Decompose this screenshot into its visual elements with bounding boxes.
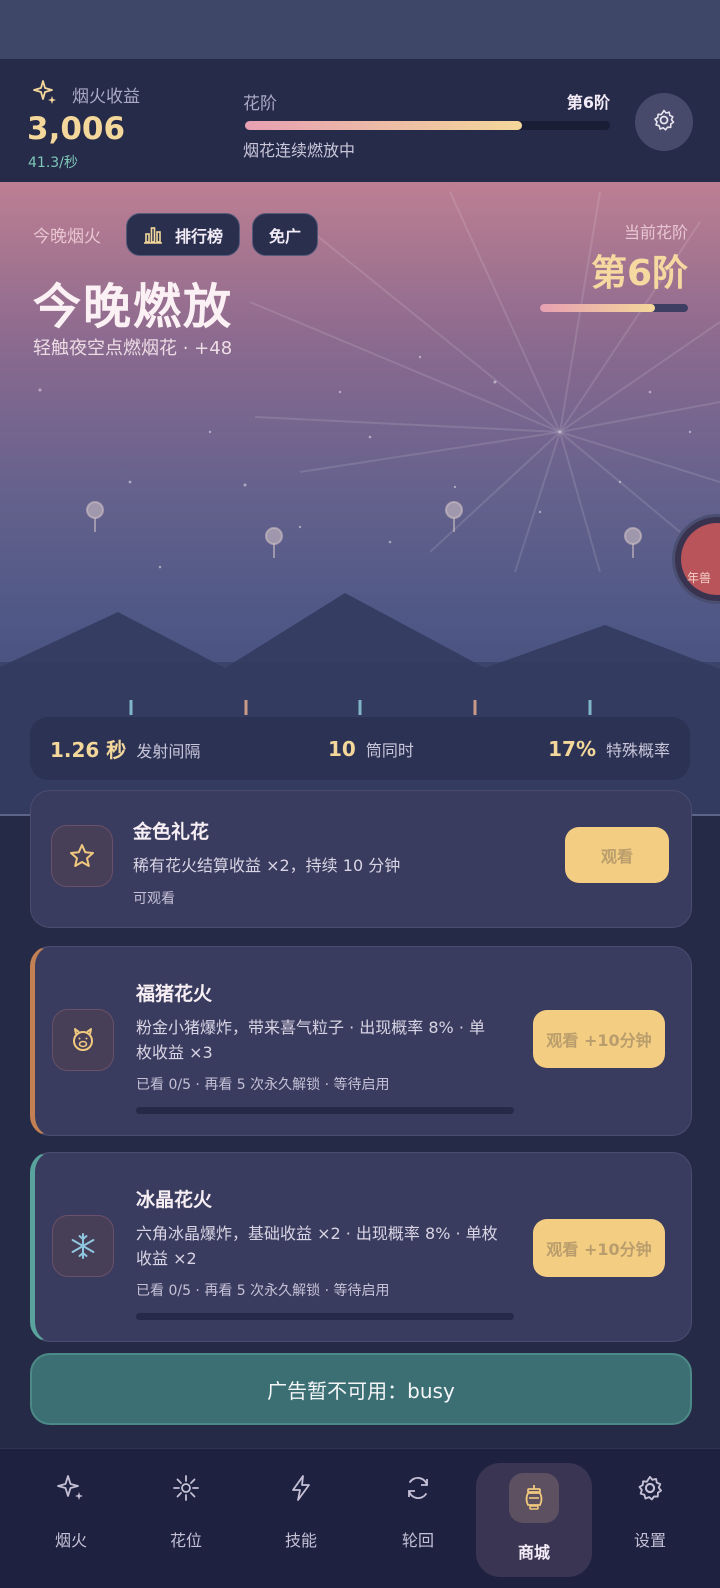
ad-unavailable-toast: 广告暂不可用：busy: [30, 1353, 692, 1425]
nav-item-rebirth[interactable]: 轮回: [360, 1449, 476, 1588]
stat-label: 筒同时: [365, 740, 414, 760]
stat-launch-interval: 1.26 秒 发射间隔: [50, 734, 200, 763]
card-description-line: 六角冰晶爆炸，基础收益 ×2 · 出现概率 8% · 单枚: [136, 1224, 498, 1243]
watch-ad-button[interactable]: 观看: [565, 827, 669, 883]
earnings-row: 烟火收益: [32, 79, 140, 109]
stat-value: 17%: [548, 736, 596, 761]
shop-card-ice-crystal-firework: 冰晶花火 六角冰晶爆炸，基础收益 ×2 · 出现概率 8% · 单枚 收益 ×2…: [30, 1152, 692, 1342]
nav-item-fireworks[interactable]: 烟火: [13, 1449, 129, 1588]
stat-value: 10: [328, 736, 356, 761]
nav-item-shop[interactable]: 商城: [476, 1449, 592, 1588]
shop-card-golden-firework: 金色礼花 稀有花火结算收益 ×2，持续 10 分钟 可观看 观看: [30, 790, 692, 928]
card-description-line: 粉金小猪爆炸，带来喜气粒子 · 出现概率 8% · 单: [136, 1018, 485, 1037]
watch-ad-plus-10min-button[interactable]: 观看 +10分钟: [533, 1010, 665, 1068]
ad-free-label: 免广: [269, 226, 302, 246]
shop-card-lucky-pig-firework: 福猪花火 粉金小猪爆炸，带来喜气粒子 · 出现概率 8% · 单 枚收益 ×3 …: [30, 946, 692, 1136]
snowflake-icon: [52, 1215, 114, 1277]
hero-subtitle: 轻触夜空点燃烟花 · +48: [33, 338, 233, 359]
hero-label: 今晚烟火: [33, 227, 101, 247]
nav-label: 商城: [517, 1543, 550, 1562]
toast-text: 广告暂不可用：busy: [267, 1378, 455, 1403]
gear-icon: [652, 108, 676, 136]
ad-free-button[interactable]: 免广: [252, 213, 319, 256]
current-stage-progress-bar: [540, 304, 688, 312]
stage-progress-fill: [245, 121, 523, 130]
leaderboard-button[interactable]: 排行榜: [126, 213, 241, 256]
card-meta: 可观看: [133, 891, 175, 907]
burst-icon: [165, 1467, 207, 1509]
settings-button[interactable]: [635, 93, 693, 151]
bar-chart-icon: [143, 225, 163, 245]
nav-item-settings[interactable]: 设置: [592, 1449, 708, 1588]
nav-label: 设置: [633, 1531, 666, 1550]
stage-level: 第6阶: [566, 93, 610, 112]
sparkle-icon: [50, 1467, 92, 1509]
unlock-progress-bar: [136, 1313, 514, 1320]
current-stage-label: 当前花阶: [623, 223, 688, 242]
nav-item-slots[interactable]: 花位: [128, 1449, 244, 1588]
sparkle-icon: [32, 79, 58, 109]
earnings-rate: 41.3/秒: [28, 155, 78, 171]
refresh-icon: [397, 1467, 439, 1509]
card-description-line: 稀有花火结算收益 ×2，持续 10 分钟: [133, 856, 401, 875]
bottom-navigation: 烟火 花位 技能 轮回 商城 设置: [0, 1448, 720, 1588]
card-title: 金色礼花: [133, 821, 210, 843]
watch-ad-plus-10min-button[interactable]: 观看 +10分钟: [533, 1219, 665, 1277]
earnings-label: 烟火收益: [72, 86, 140, 107]
nav-label: 技能: [284, 1531, 317, 1550]
stage-title: 花阶: [243, 94, 277, 114]
card-title: 冰晶花火: [136, 1189, 213, 1211]
card-description: 稀有花火结算收益 ×2，持续 10 分钟: [133, 853, 400, 878]
launch-stats-bar: 1.26 秒 发射间隔 10 筒同时 17% 特殊概率: [30, 717, 690, 780]
top-header: 烟火收益 3,006 41.3/秒 花阶 第6阶 烟花连续燃放中: [0, 59, 720, 182]
hero-title: 今晚燃放: [33, 279, 234, 335]
stat-value: 1.26 秒: [50, 738, 127, 762]
leaderboard-label: 排行榜: [175, 226, 224, 246]
card-description: 六角冰晶爆炸，基础收益 ×2 · 出现概率 8% · 单枚 收益 ×2: [136, 1221, 498, 1271]
pig-icon: [52, 1009, 114, 1071]
card-meta: 已看 0/5 · 再看 5 次永久解锁 · 等待启用: [136, 1283, 390, 1299]
status-bar: [0, 0, 720, 59]
nav-label: 轮回: [401, 1531, 434, 1550]
stat-simultaneous-tubes: 10 筒同时: [328, 737, 414, 761]
star-icon: [51, 825, 113, 887]
nav-label: 花位: [169, 1531, 202, 1550]
lightning-icon: [280, 1467, 322, 1509]
stat-label: 特殊概率: [605, 740, 670, 760]
stat-label: 发射间隔: [136, 742, 201, 761]
lantern-icon: [509, 1473, 559, 1523]
gear-icon: [629, 1467, 671, 1509]
earnings-value: 3,006: [27, 111, 126, 147]
current-stage-progress-fill: [540, 304, 656, 312]
nav-label: 烟火: [54, 1531, 87, 1550]
stat-special-chance: 17% 特殊概率: [548, 737, 670, 761]
nav-item-skills[interactable]: 技能: [243, 1449, 359, 1588]
card-title: 福猪花火: [136, 983, 213, 1005]
current-stage-value: 第6阶: [590, 253, 688, 294]
hero-sky-panel[interactable]: 今晚烟火 排行榜 免广 今晚燃放 轻触夜空点燃烟花 · +48 当前花阶 第6阶…: [0, 182, 720, 816]
card-description-line: 收益 ×2: [136, 1249, 197, 1268]
card-description: 粉金小猪爆炸，带来喜气粒子 · 出现概率 8% · 单 枚收益 ×3: [136, 1015, 485, 1065]
stage-progress-bar: [245, 121, 610, 130]
stage-note: 烟花连续燃放中: [243, 141, 356, 160]
unlock-progress-bar: [136, 1107, 514, 1114]
card-meta: 已看 0/5 · 再看 5 次永久解锁 · 等待启用: [136, 1077, 390, 1093]
card-description-line: 枚收益 ×3: [136, 1043, 213, 1062]
badge-text: 年兽: [687, 571, 712, 585]
